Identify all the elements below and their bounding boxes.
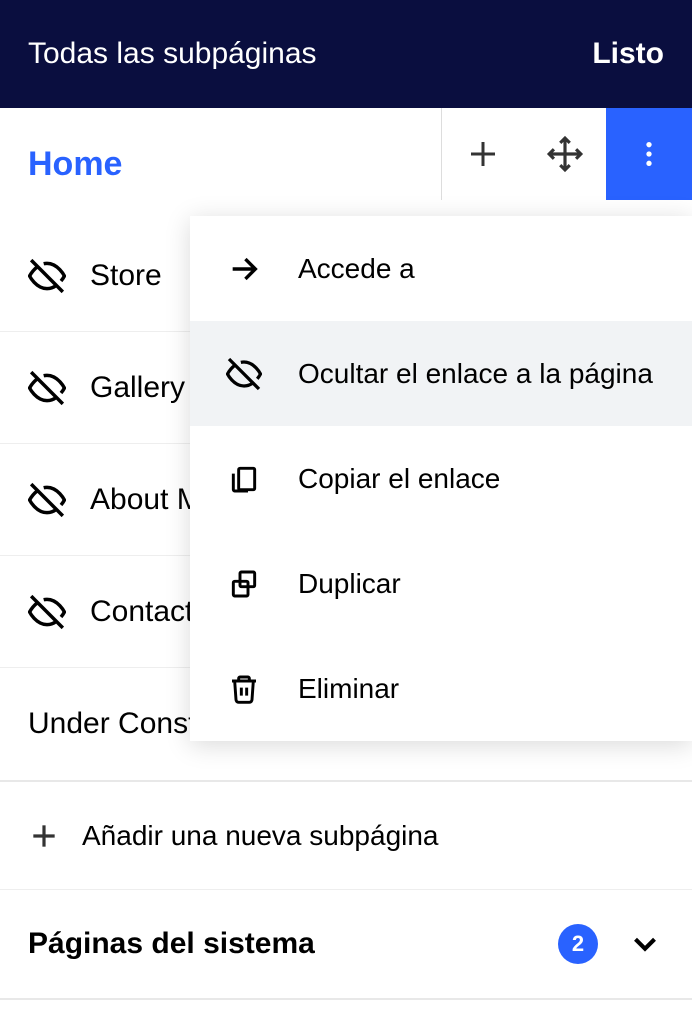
menu-item-duplicate[interactable]: Duplicar	[190, 531, 692, 636]
clipboard-icon	[226, 461, 262, 497]
done-button[interactable]: Listo	[592, 37, 664, 71]
menu-item-goto[interactable]: Accede a	[190, 216, 692, 321]
move-icon	[546, 135, 584, 173]
arrow-right-icon	[226, 251, 262, 287]
add-subpage-button[interactable]: Añadir una nueva subpágina	[0, 782, 692, 890]
system-pages-toggle[interactable]: Páginas del sistema 2	[0, 890, 692, 998]
page-name: Contact	[90, 595, 193, 629]
selected-page-toolbar	[441, 108, 692, 200]
header: Todas las subpáginas Listo	[0, 0, 692, 108]
add-subpage-label: Añadir una nueva subpágina	[82, 820, 439, 852]
hide-icon	[226, 356, 262, 392]
page-title: Todas las subpáginas	[28, 37, 317, 71]
system-pages-title: Páginas del sistema	[28, 927, 315, 961]
page-context-menu: Accede a Ocultar el enlace a la página C…	[190, 216, 692, 741]
more-vertical-icon	[633, 138, 665, 170]
plus-icon	[465, 136, 501, 172]
plus-icon	[28, 820, 60, 852]
menu-label: Accede a	[298, 253, 415, 285]
menu-label: Ocultar el enlace a la página	[298, 358, 653, 390]
system-pages-right: 2	[558, 924, 664, 964]
more-button[interactable]	[606, 108, 692, 200]
page-name: Store	[90, 259, 162, 293]
count-badge: 2	[558, 924, 598, 964]
hidden-icon	[28, 593, 66, 631]
add-button[interactable]	[442, 108, 524, 200]
chevron-down-icon	[626, 925, 664, 963]
hidden-icon	[28, 257, 66, 295]
page-name: Gallery	[90, 371, 185, 405]
menu-label: Copiar el enlace	[298, 463, 500, 495]
hidden-icon	[28, 481, 66, 519]
duplicate-icon	[226, 566, 262, 602]
menu-item-copy-link[interactable]: Copiar el enlace	[190, 426, 692, 531]
page-name: Home	[28, 145, 122, 184]
divider	[0, 998, 692, 1000]
menu-label: Eliminar	[298, 673, 399, 705]
move-button[interactable]	[524, 108, 606, 200]
menu-label: Duplicar	[298, 568, 401, 600]
hidden-icon	[28, 369, 66, 407]
menu-item-hide-link[interactable]: Ocultar el enlace a la página	[190, 321, 692, 426]
trash-icon	[226, 671, 262, 707]
menu-item-delete[interactable]: Eliminar	[190, 636, 692, 741]
